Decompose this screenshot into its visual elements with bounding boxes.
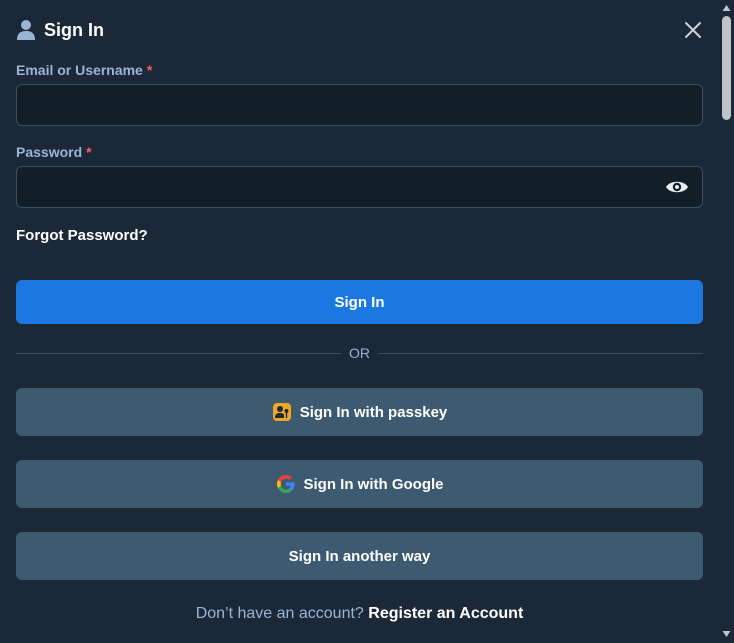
another-way-button-label: Sign In another way (288, 547, 431, 565)
password-field[interactable] (16, 166, 703, 208)
scrollbar[interactable] (719, 0, 734, 643)
email-label: Email or Username * (16, 62, 152, 78)
divider-text: OR (349, 345, 370, 361)
google-button[interactable]: Sign In with Google (16, 460, 703, 508)
scroll-down-arrow-icon[interactable] (722, 630, 731, 638)
register-question: Don’t have an account? (195, 605, 364, 622)
google-button-label: Sign In with Google (303, 475, 444, 493)
sign-in-dialog: Sign In Email or Username * Password * For… (0, 0, 719, 643)
sign-in-button[interactable]: Sign In (16, 280, 703, 324)
eye-icon[interactable] (665, 177, 689, 197)
register-link[interactable]: Register an Account (368, 605, 523, 622)
passkey-button[interactable]: Sign In with passkey (16, 388, 703, 436)
dialog-header: Sign In (16, 18, 703, 42)
google-icon (276, 475, 295, 493)
another-way-button[interactable]: Sign In another way (16, 532, 703, 580)
email-label-text: Email or Username (16, 62, 143, 78)
dialog-title: Sign In (44, 19, 104, 40)
passkey-button-label: Sign In with passkey (299, 403, 448, 421)
required-marker: * (86, 144, 92, 160)
divider-line (378, 352, 703, 354)
user-icon (17, 20, 35, 40)
register-prompt: Don’t have an account? Register an Accou… (0, 605, 719, 623)
password-label-text: Password (16, 144, 83, 160)
divider-line (16, 352, 341, 354)
scrollbar-thumb[interactable] (722, 16, 731, 120)
passkey-icon (272, 403, 291, 421)
close-icon[interactable] (683, 20, 703, 40)
email-field[interactable] (16, 84, 703, 126)
password-label: Password * (16, 144, 92, 160)
scroll-up-arrow-icon[interactable] (722, 4, 731, 12)
required-marker: * (146, 62, 153, 78)
or-divider: OR (16, 343, 703, 363)
forgot-password-link[interactable]: Forgot Password? (16, 227, 148, 244)
